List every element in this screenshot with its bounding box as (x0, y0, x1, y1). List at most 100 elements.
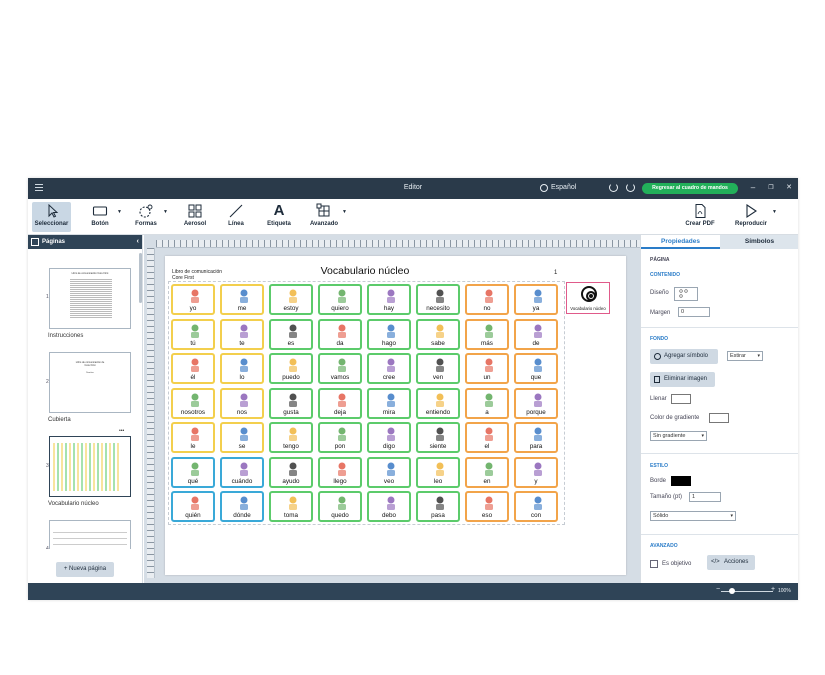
symbol-button-yo[interactable]: yo (171, 284, 215, 315)
symbol-button-tú[interactable]: tú (171, 318, 215, 350)
symbol-button-cuándo[interactable]: cuándo (220, 456, 264, 488)
symbol-button-ya[interactable]: ya (514, 284, 558, 315)
symbol-button-nosotros[interactable]: nosotros (171, 387, 215, 419)
symbol-button-estoy[interactable]: estoy (269, 284, 313, 315)
vocabulary-core-button[interactable]: Vocabulario núcleo (566, 282, 610, 314)
symbol-button-mira[interactable]: mira (367, 387, 411, 419)
symbol-button-hago[interactable]: hago (367, 318, 411, 350)
symbol-button-quedo[interactable]: quedo (318, 491, 362, 522)
shapes-tool-button[interactable]: Formas ▼ (131, 202, 168, 232)
chevron-down-icon[interactable]: ▼ (342, 209, 347, 215)
language-selector[interactable]: Español (551, 184, 576, 191)
symbol-button-eso[interactable]: eso (465, 491, 509, 522)
page-title[interactable]: Vocabulario núcleo (165, 265, 565, 277)
symbol-button-que[interactable]: que (514, 353, 558, 384)
symbol-button-pasa[interactable]: pasa (416, 491, 460, 522)
gradient-color-swatch[interactable] (709, 413, 729, 423)
zoom-in-icon[interactable]: + (771, 586, 775, 593)
close-icon[interactable]: ✕ (784, 183, 794, 193)
symbol-button-me[interactable]: me (220, 284, 264, 315)
symbol-button-y[interactable]: y (514, 456, 558, 488)
symbol-button-veo[interactable]: veo (367, 456, 411, 488)
symbol-button-sabe[interactable]: sabe (416, 318, 460, 350)
globe-icon[interactable] (540, 184, 548, 192)
new-page-button[interactable]: + Nueva página (56, 562, 114, 577)
symbol-button-leo[interactable]: leo (416, 456, 460, 488)
symbol-button-lo[interactable]: lo (220, 353, 264, 384)
symbol-button-tengo[interactable]: tengo (269, 422, 313, 453)
chevron-down-icon[interactable]: ▼ (163, 209, 168, 215)
actions-button[interactable]: </> Acciones (707, 555, 755, 570)
symbol-button-necesito[interactable]: necesito (416, 284, 460, 315)
symbol-button-no[interactable]: no (465, 284, 509, 315)
symbol-button-ven[interactable]: ven (416, 353, 460, 384)
dashboard-button[interactable]: Regresar al cuadro de mandos (642, 183, 738, 194)
symbol-button-para[interactable]: para (514, 422, 558, 453)
symbol-button-quiero[interactable]: quiero (318, 284, 362, 315)
symbol-button-vamos[interactable]: vamos (318, 353, 362, 384)
symbol-button-el[interactable]: el (465, 422, 509, 453)
stretch-select[interactable]: Estirar ▾ (727, 351, 763, 361)
fill-color-swatch[interactable] (671, 394, 691, 404)
symbol-button-qué[interactable]: qué (171, 456, 215, 488)
page-thumbnail-instructions[interactable]: Libro de comunicación Core First (49, 268, 131, 329)
zoom-out-icon[interactable]: − (716, 586, 720, 593)
symbol-button-le[interactable]: le (171, 422, 215, 453)
minimize-icon[interactable]: – (748, 183, 758, 193)
select-tool-button[interactable]: Seleccionar (32, 202, 71, 232)
symbol-button-nos[interactable]: nos (220, 387, 264, 419)
symbol-button-toma[interactable]: toma (269, 491, 313, 522)
play-button[interactable]: Reproducir ▼ (732, 202, 777, 232)
symbol-button-cree[interactable]: cree (367, 353, 411, 384)
symbol-button-de[interactable]: de (514, 318, 558, 350)
more-icon[interactable]: ••• (119, 428, 124, 434)
restore-icon[interactable]: ❐ (766, 183, 776, 193)
add-symbol-button[interactable]: Agregar símbolo (650, 349, 718, 364)
collapse-icon[interactable]: ‹ (137, 235, 139, 249)
symbol-button-él[interactable]: él (171, 353, 215, 384)
symbol-button-en[interactable]: en (465, 456, 509, 488)
line-tool-button[interactable]: Línea (223, 202, 249, 232)
symbol-button-dónde[interactable]: dónde (220, 491, 264, 522)
symbol-button-puedo[interactable]: puedo (269, 353, 313, 384)
advanced-tool-button[interactable]: Avanzado ▼ (308, 202, 347, 232)
tab-properties[interactable]: Propiedades (641, 235, 720, 249)
label-tool-button[interactable]: A Etiqueta (264, 202, 294, 232)
border-color-swatch[interactable] (671, 476, 691, 486)
symbol-button-es[interactable]: es (269, 318, 313, 350)
symbol-button-hay[interactable]: hay (367, 284, 411, 315)
chevron-down-icon[interactable]: ▼ (772, 209, 777, 215)
pages-scrollbar[interactable] (139, 253, 142, 303)
undo-icon[interactable] (609, 183, 618, 192)
chevron-down-icon[interactable]: ▼ (117, 209, 122, 215)
symbol-button-se[interactable]: se (220, 422, 264, 453)
size-input[interactable]: 1 (689, 492, 721, 502)
page-thumbnail-cover[interactable]: Libro de comunicación de Core First Nomb… (49, 352, 131, 413)
margin-input[interactable]: 0 (678, 307, 710, 317)
spray-tool-button[interactable]: Aerosol (179, 202, 211, 232)
symbol-button-te[interactable]: te (220, 318, 264, 350)
tab-symbols[interactable]: Símbolos (720, 235, 798, 249)
gradient-select[interactable]: Sin gradiente ▾ (650, 431, 707, 441)
symbol-button-digo[interactable]: digo (367, 422, 411, 453)
symbol-button-porque[interactable]: porque (514, 387, 558, 419)
design-select[interactable] (674, 287, 698, 301)
redo-icon[interactable] (626, 183, 635, 192)
symbol-button-entiendo[interactable]: entiendo (416, 387, 460, 419)
symbol-button-siente[interactable]: siente (416, 422, 460, 453)
symbol-button-a[interactable]: a (465, 387, 509, 419)
symbol-button-pon[interactable]: pon (318, 422, 362, 453)
symbol-button-quién[interactable]: quién (171, 491, 215, 522)
symbol-button-llego[interactable]: llego (318, 456, 362, 488)
symbol-button-da[interactable]: da (318, 318, 362, 350)
symbol-button-un[interactable]: un (465, 353, 509, 384)
remove-image-button[interactable]: Eliminar imagen (650, 372, 715, 387)
symbol-button-con[interactable]: con (514, 491, 558, 522)
is-target-checkbox[interactable] (650, 560, 658, 568)
page-thumbnail-4[interactable] (49, 520, 131, 549)
editor-page[interactable]: Libro de comunicación Core First Vocabul… (165, 256, 626, 575)
create-pdf-button[interactable]: Crear PDF (683, 202, 717, 232)
symbol-button-más[interactable]: más (465, 318, 509, 350)
button-tool-button[interactable]: Botón ▼ (85, 202, 122, 232)
page-thumbnail-core-vocabulary[interactable] (49, 436, 131, 497)
